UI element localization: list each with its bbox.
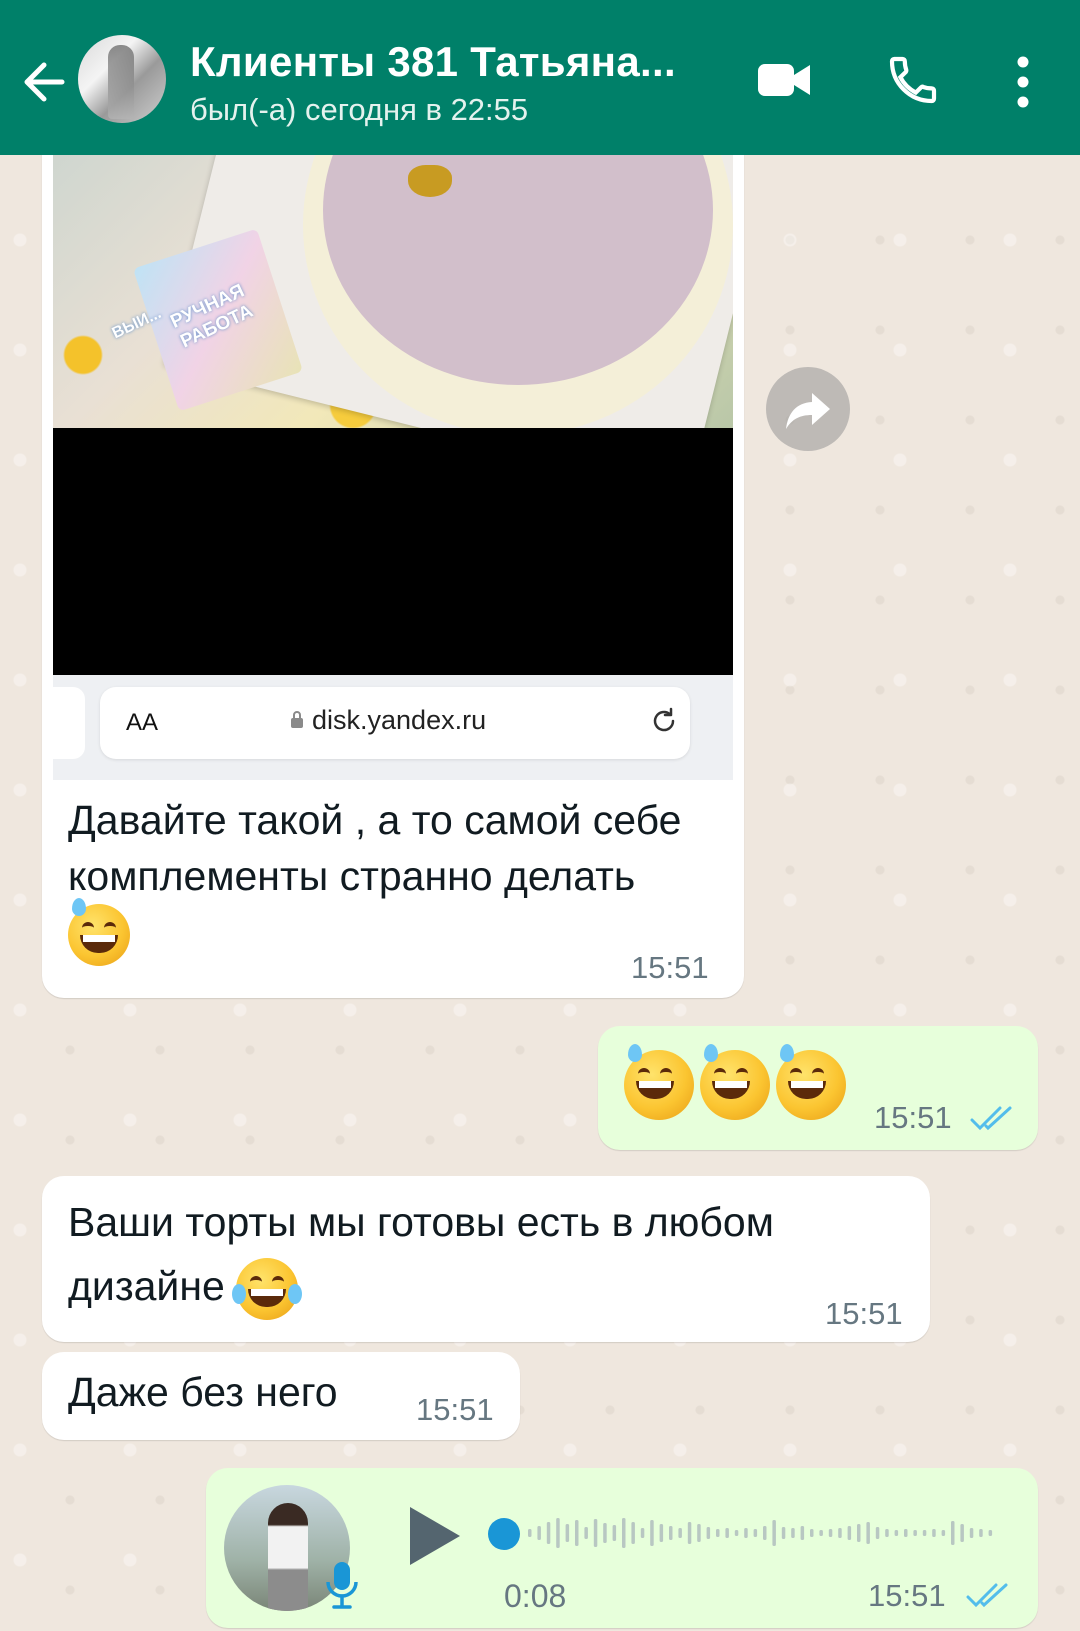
image-caption: Давайте такой , а то самой себе комплеме…: [68, 792, 708, 967]
double-check-icon: [970, 1106, 1012, 1131]
waveform-bar: [725, 1528, 729, 1538]
waveform-bar: [612, 1525, 617, 1541]
waveform-bar: [941, 1530, 946, 1536]
waveform-bar: [669, 1526, 673, 1540]
photo-decoration: [408, 165, 452, 197]
waveform-bar: [960, 1524, 964, 1542]
waveform-bar: [922, 1530, 927, 1536]
waveform-bar: [678, 1528, 682, 1538]
waveform-bar: [537, 1526, 541, 1540]
message-body: Ваши торты мы готовы есть в любом дизайн…: [68, 1199, 774, 1309]
waveform-bar: [603, 1523, 607, 1543]
message-time: 15:51: [868, 1578, 946, 1613]
message-time: 15:51: [631, 950, 709, 985]
last-seen-status: был(-а) сегодня в 22:55: [190, 92, 529, 127]
arrow-left-icon: [24, 62, 65, 102]
face-with-tears-of-joy-emoji: [232, 1258, 303, 1321]
more-vert-icon: [1017, 56, 1029, 108]
waveform-bar: [593, 1519, 598, 1547]
reload-icon: [653, 707, 675, 732]
contact-avatar[interactable]: [78, 35, 166, 123]
waveform-bar: [584, 1527, 588, 1539]
waveform-bar: [575, 1520, 579, 1546]
waveform-bar: [687, 1522, 692, 1544]
waveform-bar: [622, 1518, 626, 1548]
message-time: 15:51: [825, 1296, 903, 1331]
waveform-bar: [631, 1522, 635, 1544]
waveform-bar: [969, 1528, 974, 1538]
waveform-bar: [951, 1521, 955, 1545]
url-text: disk.yandex.ru: [312, 705, 487, 735]
waveform-bar: [565, 1524, 570, 1542]
waveform-bar: [744, 1528, 748, 1538]
phone-icon: [889, 56, 937, 104]
play-icon: [410, 1507, 460, 1565]
waveform-bar: [528, 1529, 532, 1537]
waveform-bar: [772, 1520, 776, 1546]
waveform-bar: [988, 1530, 993, 1536]
waveform-bar: [659, 1524, 664, 1542]
message-photo[interactable]: РУЧНАЯ РАБОТА ВЫИ...: [53, 155, 733, 428]
waveform-bar: [810, 1529, 814, 1537]
waveform-bar: [791, 1528, 795, 1538]
waveform-bar: [875, 1527, 880, 1539]
grinning-face-with-sweat-emoji: [776, 1044, 846, 1120]
voice-duration: 0:08: [504, 1578, 567, 1614]
play-button[interactable]: [404, 1503, 464, 1569]
waveform-bar: [753, 1529, 758, 1537]
reader-aa-label: AA: [126, 709, 159, 736]
waveform-bar: [800, 1526, 805, 1540]
waveform-bar: [706, 1527, 711, 1539]
waveform-bar: [979, 1529, 983, 1537]
message-time: 15:51: [874, 1100, 952, 1135]
back-button[interactable]: [18, 50, 74, 114]
waveform-bar: [556, 1518, 560, 1548]
waveform-bar: [847, 1526, 852, 1540]
waveform-bar: [819, 1530, 823, 1536]
waveform-bar: [763, 1526, 767, 1540]
voice-call-button[interactable]: [885, 52, 941, 108]
waveform-bar: [828, 1529, 833, 1537]
grinning-face-with-sweat-emoji: [700, 1044, 770, 1120]
chat-header: Клиенты 381 Татьяна... был(-а) сегодня в…: [0, 0, 1080, 155]
chat-title[interactable]: Клиенты 381 Татьяна...: [190, 38, 710, 86]
waveform-bar: [885, 1529, 889, 1537]
browser-tab-edge: [53, 687, 85, 759]
playback-position-handle[interactable]: [488, 1518, 520, 1550]
photo-black-area: [53, 428, 733, 675]
waveform-bar: [913, 1530, 917, 1536]
microphone-icon: [326, 1562, 358, 1609]
video-call-icon: [758, 64, 810, 96]
waveform-bar: [734, 1530, 739, 1536]
voice-waveform[interactable]: [488, 1505, 1008, 1561]
grinning-face-with-sweat-emoji: [68, 898, 130, 967]
waveform-bar: [866, 1522, 870, 1544]
forward-icon: [786, 393, 830, 429]
waveform-bar: [857, 1524, 861, 1542]
browser-screenshot-bar: AA disk.yandex.ru: [53, 675, 733, 780]
message-body: Даже без него: [68, 1369, 338, 1415]
grinning-face-with-sweat-emoji: [624, 1044, 694, 1120]
message-text: Ваши торты мы готовы есть в любом дизайн…: [68, 1190, 908, 1321]
forward-button[interactable]: [766, 367, 850, 451]
waveform-bar: [716, 1529, 720, 1537]
video-call-button[interactable]: [756, 58, 812, 102]
waveform-bar: [894, 1530, 899, 1536]
caption-text: Давайте такой , а то самой себе комплеме…: [68, 797, 682, 899]
waveform-bar: [781, 1527, 786, 1539]
waveform-bar: [904, 1529, 908, 1537]
double-check-icon: [966, 1583, 1008, 1608]
emoji-row: [624, 1044, 864, 1122]
waveform-bar: [546, 1522, 551, 1544]
waveform-bar: [932, 1529, 936, 1537]
message-time: 15:51: [416, 1392, 494, 1427]
more-options-button[interactable]: [1008, 52, 1038, 112]
url-bar: AA disk.yandex.ru: [100, 687, 690, 759]
waveform-bar: [650, 1520, 654, 1546]
waveform-bar: [697, 1524, 701, 1542]
waveform-bar: [640, 1528, 645, 1538]
lock-icon: [291, 711, 303, 728]
waveform-bar: [838, 1528, 842, 1538]
